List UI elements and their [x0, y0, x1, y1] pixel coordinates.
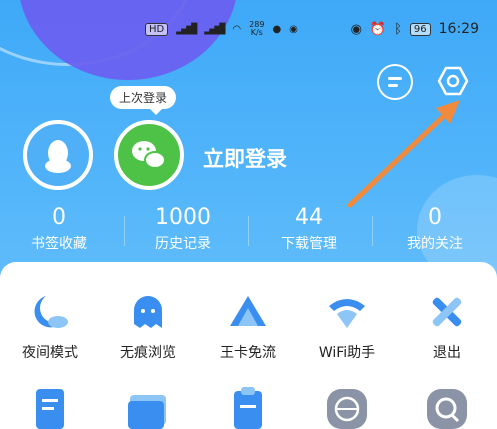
stat-divider: [372, 216, 373, 246]
stat-downloads[interactable]: 44 下载管理: [254, 205, 364, 253]
login-now-link[interactable]: 立即登录: [203, 143, 287, 173]
exit-x-icon: [425, 290, 469, 334]
ghost-icon: [126, 290, 170, 334]
clipboard-icon: [226, 385, 270, 429]
stat-history[interactable]: 1000 历史记录: [128, 205, 238, 253]
search-icon: [425, 385, 469, 429]
triangle-card-icon: [226, 290, 270, 334]
clipboard-tool-button[interactable]: [198, 385, 298, 429]
penguin-icon: [45, 140, 71, 173]
stat-value: 0: [428, 205, 442, 230]
tool-label: 退出: [433, 345, 461, 361]
stat-label: 书签收藏: [31, 236, 87, 252]
stat-value: 0: [52, 205, 66, 230]
stat-following[interactable]: 0 我的关注: [380, 205, 490, 253]
wifi-icon: [325, 290, 369, 334]
stat-label: 我的关注: [407, 236, 463, 252]
wifi-helper-button[interactable]: WiFi助手: [297, 290, 397, 362]
globe-icon: [325, 385, 369, 429]
tool-label: 无痕浏览: [120, 345, 176, 361]
globe-tool-button[interactable]: [297, 385, 397, 429]
night-mode-button[interactable]: 夜间模式: [0, 290, 100, 362]
moon-icon: [28, 290, 72, 334]
incognito-button[interactable]: 无痕浏览: [98, 290, 198, 362]
stat-value: 1000: [155, 205, 211, 230]
stat-label: 历史记录: [155, 236, 211, 252]
note-icon: [28, 385, 72, 429]
wechat-icon: [132, 141, 166, 169]
last-login-tag: 上次登录: [110, 86, 177, 115]
wechat-login-button[interactable]: [114, 120, 184, 190]
exit-button[interactable]: 退出: [397, 290, 497, 362]
tool-label: 王卡免流: [220, 345, 276, 361]
stat-divider: [124, 216, 125, 246]
qq-login-button[interactable]: [23, 120, 93, 190]
tickets-tool-button[interactable]: [98, 385, 198, 429]
tickets-icon: [126, 385, 170, 429]
stat-value: 44: [295, 205, 323, 230]
tool-label: 夜间模式: [22, 345, 78, 361]
note-tool-button[interactable]: [0, 385, 100, 429]
search-tool-button[interactable]: [397, 385, 497, 429]
stat-label: 下载管理: [281, 236, 337, 252]
stat-divider: [248, 216, 249, 246]
stat-bookmarks[interactable]: 0 书签收藏: [4, 205, 114, 253]
browser-profile-screen: HD ▂▄▆█ ▂▄▆█ ◠ 289 K/s ● ◉ ◉ ⏰ ᛒ 96 16:29…: [0, 0, 497, 429]
tool-label: WiFi助手: [318, 345, 376, 361]
king-card-button[interactable]: 王卡免流: [198, 290, 298, 362]
